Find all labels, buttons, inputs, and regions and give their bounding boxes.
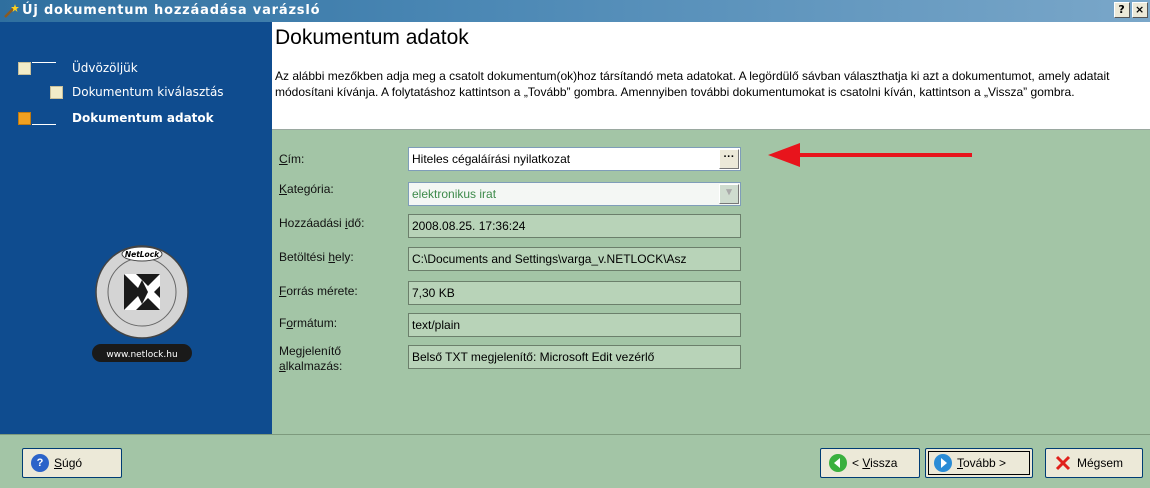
help-button-label: Súgó: [54, 456, 83, 470]
next-arrow-icon: [934, 454, 952, 472]
back-button-label: < Vissza: [852, 456, 898, 470]
added-time-label: Hozzáadási idő:: [279, 216, 365, 230]
help-title-button[interactable]: ?: [1114, 2, 1130, 18]
cancel-x-icon: [1054, 454, 1072, 472]
title-label: Cím:: [279, 152, 305, 166]
cancel-button-label: Mégsem: [1077, 456, 1124, 470]
red-arrow-annotation: [768, 143, 972, 167]
viewer-app-label: Megjelenítő alkalmazás:: [279, 344, 343, 373]
title-input[interactable]: Hiteles cégaláírási nyilatkozat ···: [408, 147, 741, 171]
format-label: Formátum:: [279, 316, 338, 330]
viewer-app-field: Belső TXT megjelenítő: Microsoft Edit ve…: [408, 345, 741, 369]
next-button[interactable]: Tovább >: [925, 448, 1033, 478]
load-location-label: Betöltési hely:: [279, 250, 354, 264]
load-location-field: C:\Documents and Settings\varga_v.NETLOC…: [408, 247, 741, 271]
page-header: Dokumentum adatok Az alábbi mezőkben adj…: [272, 22, 1150, 130]
logo-brand-text: NetLock: [125, 250, 160, 259]
wizard-window: Új dokumentum hozzáadása varázsló ? × Üd…: [0, 0, 1150, 488]
logo-url-text: www.netlock.hu: [106, 350, 177, 360]
step-document-data: Dokumentum adatok: [72, 111, 214, 125]
step-bullet-icon: [18, 62, 31, 75]
title-browse-button[interactable]: ···: [719, 149, 739, 169]
source-size-label: Forrás mérete:: [279, 284, 358, 298]
format-field: text/plain: [408, 313, 741, 337]
wizard-steps-sidebar: Üdvözöljük Dokumentum kiválasztás Dokume…: [0, 22, 272, 434]
chevron-down-icon[interactable]: ▾: [719, 184, 739, 204]
added-time-field: 2008.08.25. 17:36:24: [408, 214, 741, 238]
page-title: Dokumentum adatok: [275, 26, 469, 49]
format-value: text/plain: [412, 318, 461, 332]
source-size-field: 7,30 KB: [408, 281, 741, 305]
wizard-wand-icon: [4, 4, 19, 18]
load-location-value: C:\Documents and Settings\varga_v.NETLOC…: [412, 252, 687, 266]
title-bar: Új dokumentum hozzáadása varázsló ? ×: [0, 0, 1150, 22]
cancel-button[interactable]: Mégsem: [1045, 448, 1143, 478]
wizard-footer: ? Súgó < Vissza Tovább > Mégsem: [0, 434, 1150, 488]
close-title-button[interactable]: ×: [1132, 2, 1148, 18]
netlock-logo: www.netlock.hu NetLock: [92, 245, 192, 362]
metadata-form: Cím: Hiteles cégaláírási nyilatkozat ···…: [272, 130, 1150, 434]
source-size-value: 7,30 KB: [412, 286, 455, 300]
back-arrow-icon: [829, 454, 847, 472]
page-description: Az alábbi mezőkben adja meg a csatolt do…: [275, 69, 1110, 99]
step-connector: [32, 62, 56, 63]
back-button[interactable]: < Vissza: [820, 448, 920, 478]
step-document-select: Dokumentum kiválasztás: [72, 85, 224, 99]
step-welcome: Üdvözöljük: [72, 61, 138, 75]
step-bullet-icon: [50, 86, 63, 99]
window-title: Új dokumentum hozzáadása varázsló: [22, 3, 321, 18]
category-label: Kategória:: [279, 182, 334, 196]
step-connector: [32, 124, 56, 125]
step-bullet-active-icon: [18, 112, 31, 125]
added-time-value: 2008.08.25. 17:36:24: [412, 219, 526, 233]
next-button-label: Tovább >: [957, 456, 1007, 470]
category-value: elektronikus irat: [412, 187, 497, 201]
help-button[interactable]: ? Súgó: [22, 448, 122, 478]
viewer-app-value: Belső TXT megjelenítő: Microsoft Edit ve…: [412, 350, 655, 364]
category-select[interactable]: elektronikus irat ▾: [408, 182, 741, 206]
help-icon: ?: [31, 454, 49, 472]
title-value: Hiteles cégaláírási nyilatkozat: [412, 152, 571, 166]
